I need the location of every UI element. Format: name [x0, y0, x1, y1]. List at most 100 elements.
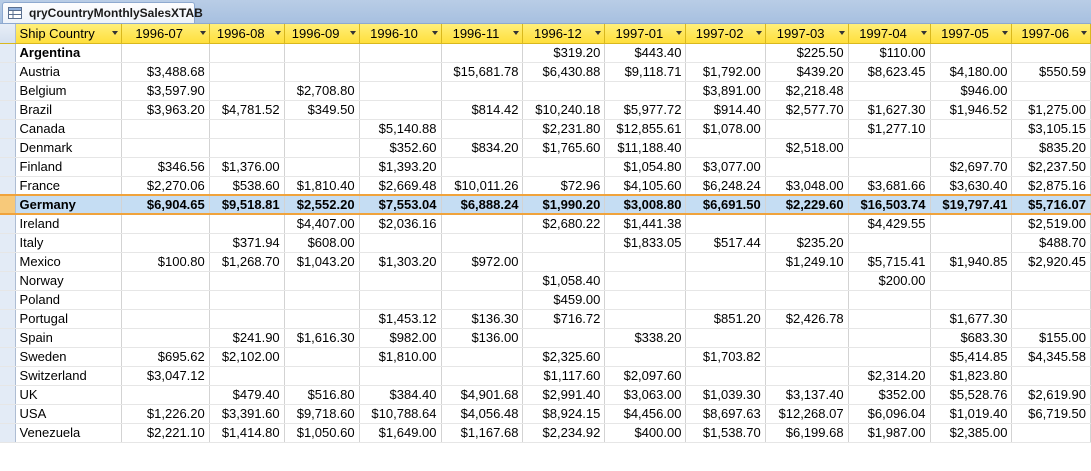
- sales-cell[interactable]: [209, 309, 285, 329]
- sales-cell[interactable]: $1,833.05: [604, 233, 687, 253]
- sales-cell[interactable]: [685, 328, 766, 348]
- sales-cell[interactable]: $7,553.04: [359, 194, 442, 215]
- sales-cell[interactable]: [441, 119, 524, 139]
- sales-cell[interactable]: $1,765.60: [522, 138, 606, 158]
- sales-cell[interactable]: [685, 271, 766, 291]
- sales-cell[interactable]: $2,102.00: [209, 347, 285, 367]
- sales-cell[interactable]: $15,681.78: [441, 62, 524, 82]
- sales-cell[interactable]: $1,677.30: [930, 309, 1013, 329]
- column-header-1997-01[interactable]: 1997-01: [604, 24, 687, 44]
- country-cell[interactable]: USA: [15, 404, 122, 424]
- country-cell[interactable]: Germany: [15, 194, 122, 215]
- country-cell[interactable]: Austria: [15, 62, 122, 82]
- sales-cell[interactable]: $1,649.00: [359, 423, 442, 443]
- dropdown-arrow-icon[interactable]: [111, 31, 118, 35]
- sales-cell[interactable]: $2,097.60: [604, 366, 687, 386]
- table-row[interactable]: Brazil $3,963.20 $4,781.52 $349.50 $814.42 $1…: [0, 100, 1091, 120]
- sales-cell[interactable]: $834.20: [441, 138, 524, 158]
- table-row[interactable]: Spain $241.90 $1,616.30 $982.00 $136.00 $338.…: [0, 328, 1091, 348]
- sales-cell[interactable]: [209, 290, 285, 310]
- country-cell[interactable]: Venezuela: [15, 423, 122, 443]
- sales-cell[interactable]: $3,063.00: [604, 385, 687, 405]
- sales-cell[interactable]: $3,630.40: [930, 176, 1013, 196]
- sales-cell[interactable]: $6,904.65: [121, 194, 210, 215]
- sales-cell[interactable]: $6,719.50: [1011, 404, 1091, 424]
- sales-cell[interactable]: $1,275.00: [1011, 100, 1091, 120]
- sales-cell[interactable]: $479.40: [209, 385, 285, 405]
- sales-cell[interactable]: [848, 81, 931, 101]
- sales-cell[interactable]: $2,231.80: [522, 119, 606, 139]
- sales-cell[interactable]: $352.60: [359, 138, 442, 158]
- sales-cell[interactable]: [1011, 43, 1091, 63]
- sales-cell[interactable]: $538.60: [209, 176, 285, 196]
- column-header-1997-03[interactable]: 1997-03: [765, 24, 849, 44]
- sales-cell[interactable]: $5,414.85: [930, 347, 1013, 367]
- sales-cell[interactable]: $2,325.60: [522, 347, 606, 367]
- sales-cell[interactable]: $2,314.20: [848, 366, 931, 386]
- sales-cell[interactable]: $1,810.00: [359, 347, 442, 367]
- sales-cell[interactable]: $914.40: [685, 100, 766, 120]
- sales-cell[interactable]: $352.00: [848, 385, 931, 405]
- column-header-ship-country[interactable]: Ship Country: [15, 24, 122, 44]
- sales-cell[interactable]: $346.56: [121, 157, 210, 177]
- sales-cell[interactable]: [765, 328, 849, 348]
- record-selector[interactable]: [0, 347, 16, 367]
- sales-cell[interactable]: $1,117.60: [522, 366, 606, 386]
- sales-cell[interactable]: $1,627.30: [848, 100, 931, 120]
- sales-cell[interactable]: $5,977.72: [604, 100, 687, 120]
- sales-cell[interactable]: [930, 138, 1013, 158]
- sales-cell[interactable]: $716.72: [522, 309, 606, 329]
- sales-cell[interactable]: $4,456.00: [604, 404, 687, 424]
- sales-cell[interactable]: $1,078.00: [685, 119, 766, 139]
- sales-cell[interactable]: [441, 214, 524, 234]
- country-cell[interactable]: Brazil: [15, 100, 122, 120]
- dropdown-arrow-icon[interactable]: [920, 31, 927, 35]
- record-selector[interactable]: [0, 100, 16, 120]
- sales-cell[interactable]: [848, 328, 931, 348]
- sales-cell[interactable]: [441, 43, 524, 63]
- sales-cell[interactable]: $1,226.20: [121, 404, 210, 424]
- sales-cell[interactable]: $814.42: [441, 100, 524, 120]
- sales-cell[interactable]: [209, 62, 285, 82]
- record-selector[interactable]: [0, 290, 16, 310]
- sales-cell[interactable]: $1,940.85: [930, 252, 1013, 272]
- sales-cell[interactable]: $2,920.45: [1011, 252, 1091, 272]
- sales-cell[interactable]: $371.94: [209, 233, 285, 253]
- sales-cell[interactable]: [685, 290, 766, 310]
- sales-cell[interactable]: $200.00: [848, 271, 931, 291]
- sales-cell[interactable]: [685, 252, 766, 272]
- sales-cell[interactable]: [121, 328, 210, 348]
- sales-cell[interactable]: $10,011.26: [441, 176, 524, 196]
- sales-cell[interactable]: $2,518.00: [765, 138, 849, 158]
- sales-cell[interactable]: $1,303.20: [359, 252, 442, 272]
- sales-cell[interactable]: [1011, 423, 1091, 443]
- sales-cell[interactable]: [765, 119, 849, 139]
- sales-cell[interactable]: [1011, 290, 1091, 310]
- sales-cell[interactable]: $3,891.00: [685, 81, 766, 101]
- sales-cell[interactable]: [209, 271, 285, 291]
- sales-cell[interactable]: [284, 62, 360, 82]
- sales-cell[interactable]: $1,414.80: [209, 423, 285, 443]
- table-row[interactable]: Portugal $1,453.12 $136.30 $716.72 $851.20 $2…: [0, 309, 1091, 329]
- table-row[interactable]: Canada $5,140.88 $2,231.80 $12,855.61 $1,078…: [0, 119, 1091, 139]
- record-selector[interactable]: [0, 62, 16, 82]
- sales-cell[interactable]: $2,036.16: [359, 214, 442, 234]
- sales-cell[interactable]: [359, 100, 442, 120]
- sales-cell[interactable]: $2,680.22: [522, 214, 606, 234]
- sales-cell[interactable]: $695.62: [121, 347, 210, 367]
- sales-cell[interactable]: [765, 214, 849, 234]
- sales-cell[interactable]: [848, 290, 931, 310]
- select-all-button[interactable]: [0, 24, 16, 44]
- sales-cell[interactable]: [284, 271, 360, 291]
- sales-cell[interactable]: $1,019.40: [930, 404, 1013, 424]
- dropdown-arrow-icon[interactable]: [1002, 31, 1009, 35]
- sales-cell[interactable]: [604, 252, 687, 272]
- sales-cell[interactable]: [848, 233, 931, 253]
- table-row[interactable]: Argentina $319.20 $443.40 $225.50 $110.00: [0, 43, 1091, 63]
- country-cell[interactable]: Belgium: [15, 81, 122, 101]
- sales-cell[interactable]: [604, 81, 687, 101]
- sales-cell[interactable]: [441, 81, 524, 101]
- sales-cell[interactable]: [209, 43, 285, 63]
- record-selector[interactable]: [0, 309, 16, 329]
- datasheet-grid[interactable]: Ship Country 1996-07 1996-08 1996-09 1996-10…: [0, 24, 1091, 471]
